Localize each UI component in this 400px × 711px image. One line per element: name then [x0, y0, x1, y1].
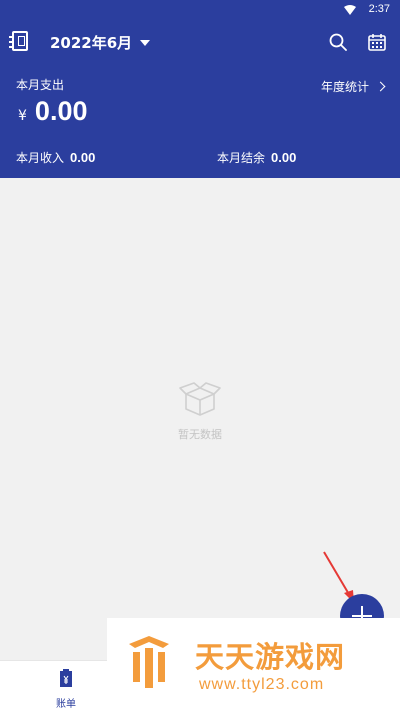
nav-item-bills[interactable]: 账单 [46, 668, 86, 710]
income-label: 本月收入 [16, 151, 65, 165]
empty-box-icon [179, 382, 221, 416]
monthly-balance: 本月结余 0.00 [217, 149, 296, 166]
header: 2:37 2022年6月 本月支出 年度统计 ¥ 0.00 本月收入 0.00 … [0, 0, 400, 178]
watermark-logo-icon [129, 636, 169, 688]
toolbar: 2022年6月 [0, 22, 400, 62]
monthly-expense-label: 本月支出 [16, 78, 65, 92]
wifi-icon [344, 5, 356, 15]
app-screen: 2:37 2022年6月 本月支出 年度统计 ¥ 0.00 本月收入 0.00 … [0, 0, 400, 711]
calendar-icon[interactable] [368, 33, 386, 51]
watermark-overlay: 天天游戏网 www.ttyl23.com [107, 618, 400, 711]
status-bar: 2:37 [0, 0, 400, 22]
search-icon[interactable] [329, 33, 347, 51]
notebook-icon[interactable] [9, 31, 28, 51]
expense-amount: 0.00 [34, 96, 88, 126]
income-amount: 0.00 [70, 150, 96, 165]
bill-icon [60, 669, 72, 687]
monthly-income: 本月收入 0.00 [16, 149, 95, 166]
empty-state: 暂无数据 [0, 382, 400, 442]
month-selector[interactable]: 2022年6月 [50, 32, 151, 53]
nav-label-bills: 账单 [56, 699, 76, 710]
watermark-title: 天天游戏网 [195, 640, 346, 674]
expense-amount-row: ¥ 0.00 [18, 96, 87, 127]
yearly-stats-label: 年度统计 [320, 80, 369, 94]
balance-amount: 0.00 [271, 150, 297, 165]
chevron-right-icon [375, 81, 386, 92]
month-label: 2022年6月 [50, 34, 133, 52]
yearly-stats-link[interactable]: 年度统计 [320, 78, 386, 95]
balance-label: 本月结余 [217, 151, 266, 165]
currency-symbol: ¥ [18, 108, 27, 124]
status-time: 2:37 [368, 3, 390, 15]
empty-state-text: 暂无数据 [178, 428, 222, 441]
dropdown-caret-icon [140, 39, 151, 46]
watermark-url: www.ttyl23.com [199, 676, 325, 693]
